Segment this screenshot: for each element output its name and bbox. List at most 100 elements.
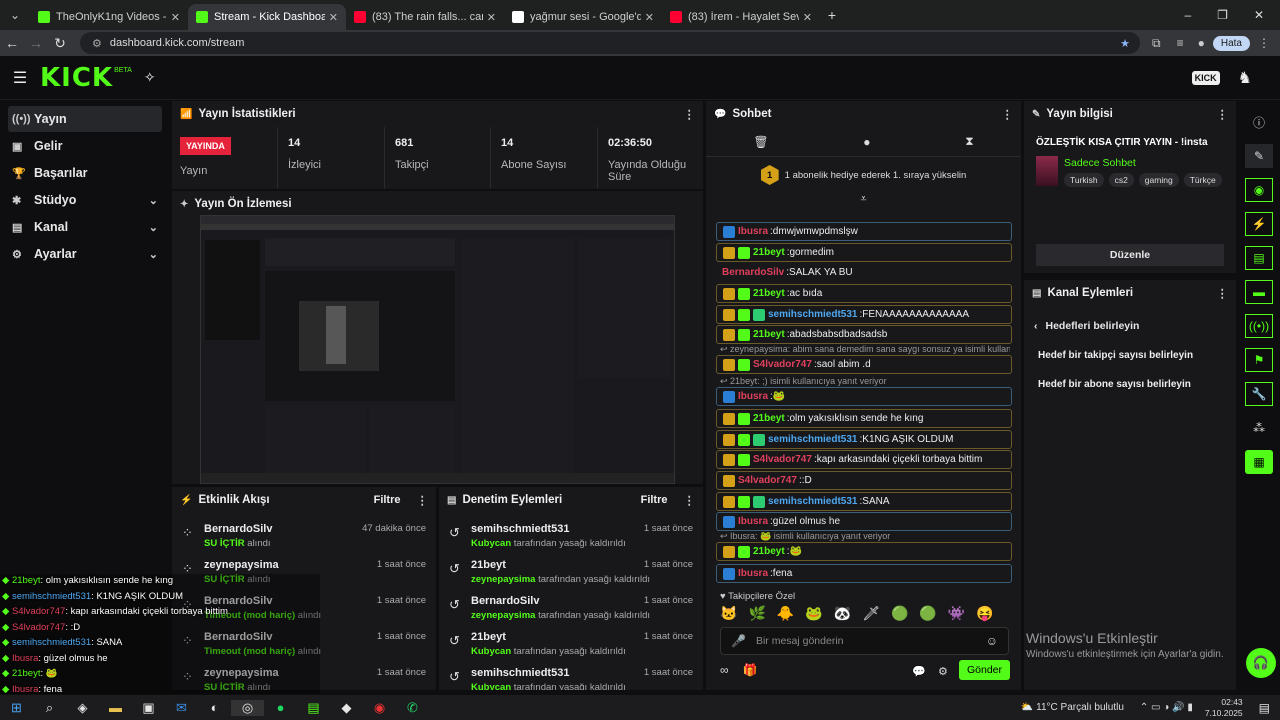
search-icon[interactable]: ⌕: [33, 700, 66, 716]
app-icon[interactable]: ◆: [330, 700, 363, 716]
emote-icon[interactable]: 🐥: [777, 605, 794, 622]
emote-icon[interactable]: 😝: [976, 605, 993, 622]
notifications-icon[interactable]: ▤: [1259, 701, 1270, 715]
chat-username[interactable]: S4lvador747: [753, 359, 812, 370]
forward-icon[interactable]: →: [24, 35, 48, 51]
emote-icon[interactable]: 🐼: [834, 605, 851, 622]
browser-menu-icon[interactable]: ⋮: [1258, 36, 1270, 50]
menu-icon[interactable]: ☰: [0, 68, 40, 88]
emote-icon[interactable]: 🗡: [862, 605, 880, 622]
close-tab-icon[interactable]: ✕: [329, 11, 338, 24]
reload-icon[interactable]: ↻: [48, 35, 72, 52]
profile-icon[interactable]: ●: [1198, 36, 1205, 50]
browser-tab[interactable]: TheOnlyK1ng Videos - Watch Onl ✕: [30, 4, 188, 30]
kick-home-icon[interactable]: KICK: [1191, 70, 1220, 85]
sidebar-item-3[interactable]: ✱ Stüdyo ⌄: [8, 187, 162, 213]
sidebar-item-5[interactable]: ⚙ Ayarlar ⌄: [8, 241, 162, 267]
browser-tab[interactable]: (83) İrem - Hayalet Sevgilim (Of ✕: [662, 4, 820, 30]
close-tab-icon[interactable]: ✕: [171, 11, 180, 24]
tag-chip[interactable]: Turkish: [1064, 173, 1104, 187]
tab-search-icon[interactable]: ⌄: [0, 8, 30, 22]
steam-icon[interactable]: ◐: [198, 700, 231, 715]
close-tab-icon[interactable]: ✕: [645, 11, 654, 24]
browser-tab[interactable]: yağmur sesi - Google'da Ara ✕: [504, 4, 662, 30]
chat-username[interactable]: S4lvador747: [753, 454, 812, 465]
reply-context[interactable]: ↩ Ibusra: 🐸 isimli kullanıcıya yanıt ver…: [720, 531, 1010, 542]
mod-icon[interactable]: ⚑: [1245, 348, 1273, 372]
chevron-down-icon[interactable]: ⌄: [149, 248, 158, 261]
file-explorer-icon[interactable]: ▬: [99, 700, 132, 715]
notepad-icon[interactable]: ▤: [297, 700, 330, 716]
chat-username[interactable]: 21beyt: [753, 546, 785, 557]
chat-message[interactable]: S4lvador747: kapı arkasındaki çiçekli to…: [716, 450, 1012, 469]
site-info-icon[interactable]: ⚙: [92, 37, 102, 50]
emote-icon[interactable]: 🌿: [748, 605, 765, 622]
chat-message[interactable]: Ibusra: fena: [716, 564, 1012, 583]
activity-filter-button[interactable]: Filtre: [374, 494, 401, 506]
chat-message[interactable]: 21beyt: abadsbabsdbadsadsb: [716, 325, 1012, 344]
chat-username[interactable]: semihschmiedt531: [768, 434, 858, 445]
system-tray-icons[interactable]: ⌃ ▭ ◑ 🔊 ▮: [1140, 702, 1193, 713]
chat-message[interactable]: semihschmiedt531: SANA: [716, 492, 1012, 511]
browser-tab[interactable]: (83) The rain falls... carrying aw ✕: [346, 4, 504, 30]
profile-error-button[interactable]: Hata: [1212, 35, 1250, 51]
copilot-icon[interactable]: ◈: [66, 700, 99, 716]
chat-username[interactable]: BernardoSilv: [722, 267, 784, 278]
chat-message[interactable]: 21beyt: olm yakısıklısın sende he kıng: [716, 409, 1012, 428]
chat-username[interactable]: Ibusra: [738, 568, 768, 579]
chat-message[interactable]: 21beyt: gormedim: [716, 243, 1012, 262]
restore-icon[interactable]: ❐: [1217, 8, 1228, 22]
scroll-down-icon[interactable]: ⩡: [706, 193, 1021, 206]
bookmark-star-icon[interactable]: ★: [1120, 37, 1130, 50]
emote-icon[interactable]: 👾: [948, 605, 965, 622]
list-icon[interactable]: ▤: [1245, 246, 1273, 270]
send-button[interactable]: Gönder: [959, 660, 1011, 680]
reply-context[interactable]: ↩ 21beyt: ;) isimli kullanıcıya yanıt ve…: [720, 376, 1010, 387]
chat-message[interactable]: S4lvador747: saol abim .d: [716, 355, 1012, 374]
moderation-row[interactable]: ↺ 21beyt zeynepaysima tarafından yasağı ka…: [439, 555, 703, 591]
sidebar-item-4[interactable]: ▤ Kanal ⌄: [8, 214, 162, 240]
emote-icon[interactable]: 🐱: [720, 605, 737, 622]
activity-more-icon[interactable]: ⋮: [417, 493, 429, 507]
chat-username[interactable]: 21beyt: [753, 413, 785, 424]
extensions-icon[interactable]: ⧉: [1152, 36, 1161, 51]
emote-icon[interactable]: 🟢: [891, 605, 908, 622]
gift-icon[interactable]: 🎁: [743, 663, 758, 677]
moderation-row[interactable]: ↺ semihschmiedt531 Kubycan tarafından yasa…: [439, 663, 703, 690]
mic-icon[interactable]: 🎤: [731, 634, 746, 648]
chat-message[interactable]: 21beyt: 🐸: [716, 542, 1012, 561]
chat-message[interactable]: BernardoSilv: SALAK YA BU: [716, 263, 1012, 282]
user-avatar[interactable]: ♞: [1238, 68, 1252, 88]
chat-username[interactable]: semihschmiedt531: [768, 309, 858, 320]
chat-icon[interactable]: ▬: [1245, 280, 1273, 304]
goal-option[interactable]: Hedef bir abone sayısı belirleyin: [1024, 361, 1236, 390]
trash-icon[interactable]: 🗑: [753, 135, 768, 149]
new-tab-button[interactable]: +: [820, 7, 844, 23]
wand-icon[interactable]: ✧: [144, 69, 156, 86]
hourglass-icon[interactable]: ⧗: [965, 134, 973, 149]
close-window-icon[interactable]: ✕: [1254, 8, 1264, 22]
browser-tab[interactable]: Stream - Kick Dashboard ✕: [188, 4, 346, 30]
chat-message[interactable]: S4lvador747: :D: [716, 471, 1012, 490]
chat-username[interactable]: Ibusra: [738, 391, 768, 402]
chat-message[interactable]: semihschmiedt531: FENAAAAAAAAAAAAA: [716, 305, 1012, 324]
emote-icon[interactable]: 🐸: [805, 605, 822, 622]
wrench-icon[interactable]: 🔧: [1245, 382, 1273, 406]
emoji-icon[interactable]: ☺: [986, 634, 998, 648]
reply-context[interactable]: ↩ zeynepaysima: abim sana demedim sana s…: [720, 344, 1010, 355]
chat-username[interactable]: semihschmiedt531: [768, 496, 858, 507]
chat-message[interactable]: Ibusra: dmwjwmwpdmslşw: [716, 222, 1012, 241]
store-icon[interactable]: ▣: [132, 700, 165, 716]
emote-icon[interactable]: 🟢: [919, 605, 936, 622]
tag-chip[interactable]: Türkçe: [1183, 173, 1222, 187]
moderation-row[interactable]: ↺ 21beyt Kubycan tarafından yasağı kaldırı…: [439, 627, 703, 663]
chat-more-icon[interactable]: ⋮: [1002, 107, 1014, 121]
chat-username[interactable]: 21beyt: [753, 247, 785, 258]
channel-actions-more-icon[interactable]: ⋮: [1217, 286, 1229, 300]
clip-icon[interactable]: ▦: [1245, 450, 1273, 474]
weather-widget[interactable]: ⛅ 11°C Parçalı bulutlu: [1021, 702, 1124, 713]
kick-logo[interactable]: KICK: [40, 63, 113, 93]
activity-row[interactable]: ⁘ BernardoSilv SU İÇTİR alındı 47 dakika ön…: [172, 519, 436, 555]
sidebar-item-0[interactable]: ((•)) Yayın: [8, 106, 162, 132]
chat-username[interactable]: 21beyt: [753, 329, 785, 340]
